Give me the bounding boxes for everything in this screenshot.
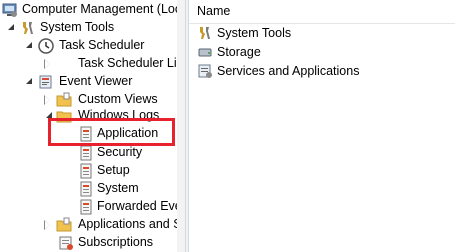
- tree-node-label: Custom Views: [78, 92, 158, 106]
- results-pane: Name System Tools Storage Services and A…: [189, 0, 455, 252]
- tree-node-label: System Tools: [40, 20, 115, 34]
- collapse-caret-inner: [45, 96, 50, 104]
- tree-node-system-tools[interactable]: System Tools: [0, 18, 185, 38]
- highlight-annotation-box: [48, 118, 175, 146]
- list-item-label: System Tools: [217, 26, 292, 40]
- event-log-icon: [78, 163, 94, 179]
- event-log-icon: [78, 181, 94, 197]
- tree-node-system[interactable]: System: [0, 179, 185, 199]
- tree-node-forwarded-events[interactable]: Forwarded Event: [0, 197, 185, 217]
- tree-node-label: Setup: [97, 163, 130, 177]
- tree-node-label: Applications and Se: [78, 217, 185, 231]
- computer-management-icon: [2, 2, 18, 18]
- event-log-icon: [78, 145, 94, 161]
- event-log-icon: [78, 199, 94, 215]
- list-item-label: Storage: [217, 45, 261, 59]
- collapse-caret-inner: [45, 60, 50, 68]
- system-tools-icon: [20, 20, 36, 36]
- tree-node-label: Forwarded Event: [97, 199, 185, 213]
- tree-scrollbar[interactable]: [177, 0, 185, 252]
- storage-icon: [197, 44, 213, 60]
- clock-icon: [38, 38, 54, 54]
- expand-caret-icon[interactable]: [26, 42, 32, 48]
- tree-node-custom-views[interactable]: Custom Views: [0, 90, 185, 110]
- folder-icon: [56, 217, 72, 233]
- tree-node-event-viewer[interactable]: Event Viewer: [0, 72, 185, 92]
- list-item-system-tools[interactable]: System Tools: [197, 24, 291, 42]
- tree-node-applications-and-services[interactable]: Applications and Se: [0, 215, 185, 235]
- services-icon: [197, 63, 213, 79]
- expand-caret-icon[interactable]: [8, 24, 14, 30]
- tree-node-security[interactable]: Security: [0, 143, 185, 163]
- console-tree: Computer Management (Local System Tools …: [0, 0, 185, 252]
- tree-node-setup[interactable]: Setup: [0, 161, 185, 181]
- subscriptions-icon: [58, 235, 74, 251]
- tree-node-computer-management[interactable]: Computer Management (Local: [0, 0, 185, 20]
- system-tools-icon: [197, 25, 213, 41]
- expand-caret-icon[interactable]: [26, 78, 32, 84]
- tree-node-label: Subscriptions: [78, 235, 154, 249]
- tree-node-label: Event Viewer: [59, 74, 133, 88]
- tree-node-label: Security: [97, 145, 143, 159]
- tree-node-label: Task Scheduler: [59, 38, 145, 52]
- list-item-storage[interactable]: Storage: [197, 43, 261, 61]
- tree-node-subscriptions[interactable]: Subscriptions: [0, 233, 185, 252]
- list-item-label: Services and Applications: [217, 64, 360, 78]
- list-item-services-and-applications[interactable]: Services and Applications: [197, 62, 359, 80]
- tree-node-task-scheduler-library[interactable]: Task Scheduler Libra: [0, 54, 185, 74]
- tree-node-label: Computer Management (Local: [22, 2, 185, 16]
- tree-node-label: Task Scheduler Libra: [78, 56, 185, 70]
- collapse-caret-inner: [45, 221, 50, 229]
- folder-icon: [56, 92, 72, 108]
- column-header-label: Name: [197, 4, 231, 18]
- tree-node-task-scheduler[interactable]: Task Scheduler: [0, 36, 185, 56]
- tree-node-label: System: [97, 181, 139, 195]
- column-header-name[interactable]: Name: [189, 0, 455, 24]
- event-viewer-icon: [38, 74, 54, 90]
